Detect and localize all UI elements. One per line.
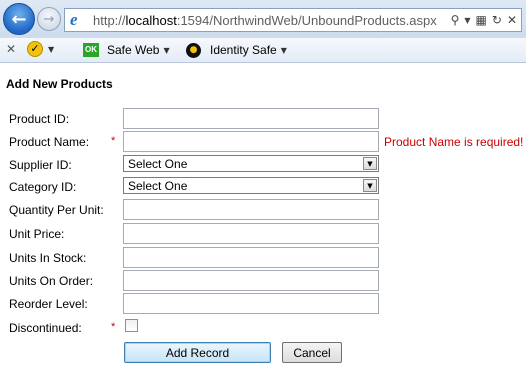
category-id-selected: Select One (128, 179, 188, 193)
discontinued-checkbox[interactable] (125, 319, 138, 332)
product-id-input[interactable] (123, 108, 379, 129)
chevron-down-icon[interactable]: ▼ (363, 179, 377, 192)
safe-web-label: Safe Web (107, 43, 160, 57)
units-in-stock-input[interactable] (123, 247, 379, 268)
compatibility-view-icon[interactable]: ▦ (476, 13, 487, 27)
unit-price-label: Unit Price: (9, 227, 65, 241)
chevron-down-icon: ▼ (280, 45, 287, 55)
row-product-id: Product ID: (0, 108, 526, 130)
unit-price-input[interactable] (123, 223, 379, 244)
norton-toolbar: ✕ ✓ ▼ OK Safe Web ▼ ● Identity Safe ▼ (0, 38, 526, 63)
product-name-error: Product Name is required! (384, 135, 524, 149)
url-text[interactable]: http://localhost:1594/NorthwindWeb/Unbou… (93, 13, 437, 28)
row-units-in-stock: Units In Stock: (0, 247, 526, 269)
units-on-order-input[interactable] (123, 270, 379, 291)
required-marker: * (111, 321, 116, 333)
page-title: Add New Products (6, 77, 113, 91)
supplier-id-selected: Select One (128, 157, 188, 171)
address-bar[interactable]: e http://localhost:1594/NorthwindWeb/Unb… (64, 8, 522, 32)
identity-safe-menu[interactable]: ● Identity Safe ▼ (186, 41, 287, 59)
discontinued-label: Discontinued: (9, 321, 82, 335)
category-id-label: Category ID: (9, 180, 77, 194)
units-in-stock-label: Units In Stock: (9, 251, 87, 265)
chevron-down-icon[interactable]: ▼ (363, 157, 377, 170)
product-id-label: Product ID: (9, 112, 70, 126)
supplier-id-select[interactable]: Select One ▼ (123, 155, 379, 172)
row-quantity-per-unit: Quantity Per Unit: (0, 199, 526, 221)
row-category-id: Category ID: Select One ▼ (0, 176, 526, 198)
row-unit-price: Unit Price: (0, 223, 526, 245)
category-id-select[interactable]: Select One ▼ (123, 177, 379, 194)
close-toolbar-icon[interactable]: ✕ (6, 42, 16, 56)
reorder-level-input[interactable] (123, 293, 379, 314)
safe-web-menu[interactable]: OK Safe Web ▼ (83, 41, 170, 59)
row-product-name: Product Name: * Product Name is required… (0, 131, 526, 153)
norton-check-icon[interactable]: ✓ (27, 41, 43, 57)
ie-logo-icon: e (70, 10, 78, 29)
stop-icon[interactable]: ✕ (507, 13, 517, 27)
row-supplier-id: Supplier ID: Select One ▼ (0, 154, 526, 176)
cancel-button[interactable]: Cancel (282, 342, 342, 363)
row-units-on-order: Units On Order: (0, 270, 526, 292)
lock-icon: ● (186, 42, 201, 58)
chevron-down-icon[interactable]: ▼ (48, 45, 54, 54)
row-discontinued: Discontinued: * (0, 317, 526, 339)
address-bar-icons: ⚲ ▼ ▦ ↻ ✕ (451, 11, 517, 29)
quantity-per-unit-label: Quantity Per Unit: (9, 203, 104, 217)
forward-arrow-icon[interactable]: → (37, 7, 61, 31)
units-on-order-label: Units On Order: (9, 274, 94, 288)
product-name-label: Product Name: (9, 135, 90, 149)
back-arrow-icon[interactable]: ← (3, 3, 35, 35)
required-marker: * (111, 135, 116, 147)
quantity-per-unit-input[interactable] (123, 199, 379, 220)
browser-navbar: ← → e http://localhost:1594/NorthwindWeb… (0, 0, 526, 38)
product-name-input[interactable] (123, 131, 379, 152)
safe-web-ok-icon: OK (83, 43, 99, 57)
dropdown-caret-icon[interactable]: ▼ (464, 16, 470, 25)
row-reorder-level: Reorder Level: (0, 293, 526, 315)
add-record-button[interactable]: Add Record (124, 342, 271, 363)
refresh-icon[interactable]: ↻ (492, 13, 502, 27)
chevron-down-icon: ▼ (163, 45, 170, 55)
search-icon[interactable]: ⚲ (451, 13, 460, 27)
reorder-level-label: Reorder Level: (9, 297, 88, 311)
supplier-id-label: Supplier ID: (9, 158, 72, 172)
identity-safe-label: Identity Safe (210, 43, 277, 57)
